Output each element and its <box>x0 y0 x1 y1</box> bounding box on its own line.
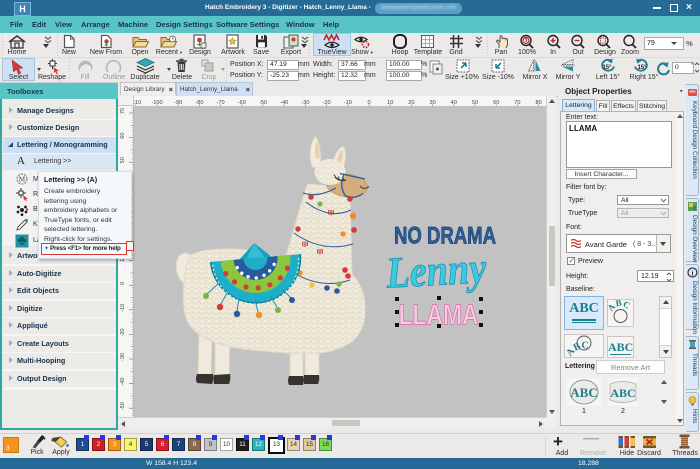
svg-text:15°: 15° <box>637 65 647 71</box>
svg-text:60: 60 <box>120 132 126 138</box>
svg-text:i: i <box>692 270 694 278</box>
svg-text:-40: -40 <box>120 378 126 386</box>
svg-text:50: 50 <box>120 157 126 163</box>
svg-text:0: 0 <box>120 282 126 285</box>
svg-text:ABC: ABC <box>608 300 632 313</box>
svg-text:ABC: ABC <box>610 386 635 400</box>
svg-text:ABC: ABC <box>570 385 597 400</box>
svg-text:-10: -10 <box>120 304 126 312</box>
svg-text:-50: -50 <box>120 402 126 410</box>
svg-text:Lenny: Lenny <box>384 243 488 297</box>
svg-text:15°: 15° <box>602 65 612 71</box>
svg-text:-20: -20 <box>120 328 126 336</box>
svg-text:M: M <box>19 176 26 184</box>
svg-text:70: 70 <box>120 108 126 114</box>
svg-text:-30: -30 <box>120 353 126 361</box>
svg-text:ABC: ABC <box>565 340 589 357</box>
